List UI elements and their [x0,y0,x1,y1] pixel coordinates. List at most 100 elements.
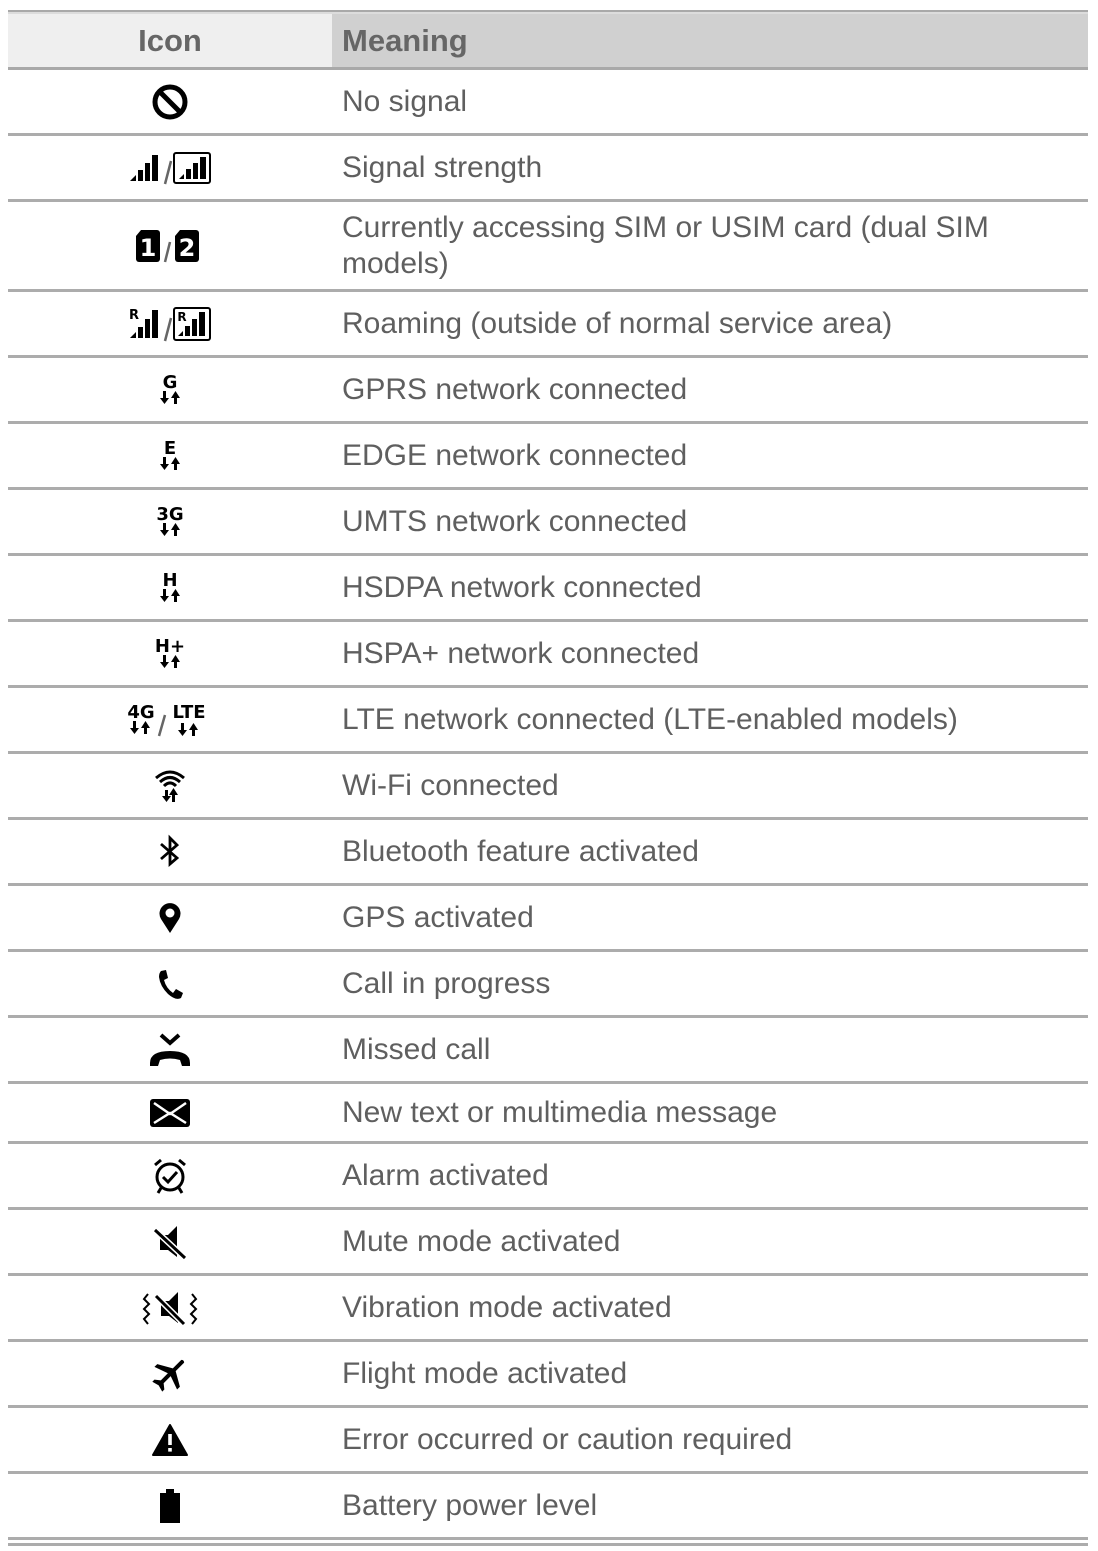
icon-cell [8,70,332,133]
no-signal-icon [152,84,188,119]
meaning-cell: Vibration mode activated [332,1276,1088,1339]
roaming-icon: R R [129,306,211,341]
lte-icon: 4G LTE [127,702,206,736]
message-icon [150,1098,190,1127]
meaning-text: LTE network connected (LTE-enabled model… [342,702,958,736]
icon-cell: H+ [8,622,332,685]
meaning-cell: LTE network connected (LTE-enabled model… [332,688,1088,751]
table-row: Wi-Fi connected [8,754,1088,820]
meaning-text: GPRS network connected [342,372,688,406]
meaning-cell: Alarm activated [332,1144,1088,1207]
edge-label: E [164,438,176,459]
table-row: 3G UMTS network connected [8,490,1088,556]
meaning-text: Wi-Fi connected [342,768,559,802]
meaning-text: Call in progress [342,966,551,1000]
icon-cell [8,1342,332,1405]
roaming-label-2: R [177,310,186,324]
table-row: Bluetooth feature activated [8,820,1088,886]
table-row: G GPRS network connected [8,358,1088,424]
meaning-cell: Mute mode activated [332,1210,1088,1273]
table-row: E EDGE network connected [8,424,1088,490]
meaning-text: Missed call [342,1032,491,1066]
meaning-cell: GPRS network connected [332,358,1088,421]
meaning-text: Roaming (outside of normal service area) [342,306,893,340]
icon-cell [8,952,332,1015]
meaning-cell: Call in progress [332,952,1088,1015]
header-meaning-label: Meaning [342,22,468,58]
meaning-text: Currently accessing SIM or USIM card (du… [342,210,989,280]
icon-cell [8,1408,332,1471]
sim-1-label: 1 [140,234,157,262]
meaning-text: Error occurred or caution required [342,1422,793,1456]
icon-cell: 3G [8,490,332,553]
battery-icon [160,1488,180,1523]
icon-cell [8,1276,332,1339]
meaning-text: GPS activated [342,900,534,934]
meaning-text: Signal strength [342,150,543,184]
phone-call-icon [159,969,183,999]
meaning-cell: Signal strength [332,136,1088,199]
meaning-text: EDGE network connected [342,438,688,472]
roaming-label: R [129,308,139,323]
icon-cell [8,1210,332,1273]
meaning-text: Alarm activated [342,1158,549,1192]
icon-cell: R R [8,292,332,355]
sim-2-label: 2 [179,234,196,262]
mute-icon [152,1225,188,1260]
flight-mode-icon [152,1359,185,1392]
icon-cell [8,886,332,949]
meaning-cell: Bluetooth feature activated [332,820,1088,883]
icon-cell: 1 2 [8,202,332,289]
warning-icon [152,1423,188,1456]
meaning-text: Mute mode activated [342,1224,621,1258]
icon-cell: 4G LTE [8,688,332,751]
table-row: No signal [8,70,1088,136]
table-row: Flight mode activated [8,1342,1088,1408]
lte-4g-label: 4G [127,702,154,723]
header-meaning-cell: Meaning [332,14,1088,67]
vibration-icon [142,1291,198,1326]
gprs-icon: G [160,372,180,404]
table-row: New text or multimedia message [8,1084,1088,1144]
icon-cell [8,820,332,883]
table-header-row: Icon Meaning [8,14,1088,70]
meaning-cell: Currently accessing SIM or USIM card (du… [332,202,1088,289]
meaning-text: Battery power level [342,1488,598,1522]
table-row: R R Roaming (outside of normal service a… [8,292,1088,358]
table-row: H+ HSPA+ network connected [8,622,1088,688]
meaning-cell: Flight mode activated [332,1342,1088,1405]
signal-strength-icon [130,151,211,184]
table-row: 1 2 Currently accessing SIM or USIM card… [8,202,1088,292]
meaning-text: HSPA+ network connected [342,636,700,670]
table-row: GPS activated [8,886,1088,952]
icon-cell [8,136,332,199]
status-icons-table: Icon Meaning No signal Signal strength 1… [8,10,1088,1546]
table-bottom-rule [8,1543,1088,1546]
icon-cell [8,1084,332,1141]
meaning-text: Bluetooth feature activated [342,834,699,868]
icon-cell [8,1144,332,1207]
meaning-cell: GPS activated [332,886,1088,949]
hsdpa-icon: H [160,570,180,602]
umts-label: 3G [156,504,183,525]
meaning-cell: EDGE network connected [332,424,1088,487]
hspa-plus-icon: H+ [155,636,185,668]
gps-icon [159,902,181,933]
hsdpa-label: H [162,570,177,591]
meaning-text: HSDPA network connected [342,570,702,604]
meaning-text: Flight mode activated [342,1356,628,1390]
icon-cell: E [8,424,332,487]
header-icon-cell: Icon [8,14,332,67]
table-row: Call in progress [8,952,1088,1018]
edge-icon: E [160,438,180,470]
meaning-cell: UMTS network connected [332,490,1088,553]
gprs-label: G [163,372,178,393]
sim-card-icon: 1 2 [136,229,199,262]
meaning-text: Vibration mode activated [342,1290,672,1324]
table-row: Alarm activated [8,1144,1088,1210]
lte-label: LTE [172,702,205,723]
icon-cell [8,754,332,817]
icon-cell: G [8,358,332,421]
missed-call-icon [150,1033,190,1066]
table-row: 4G LTE LTE network connected (LTE-enable… [8,688,1088,754]
